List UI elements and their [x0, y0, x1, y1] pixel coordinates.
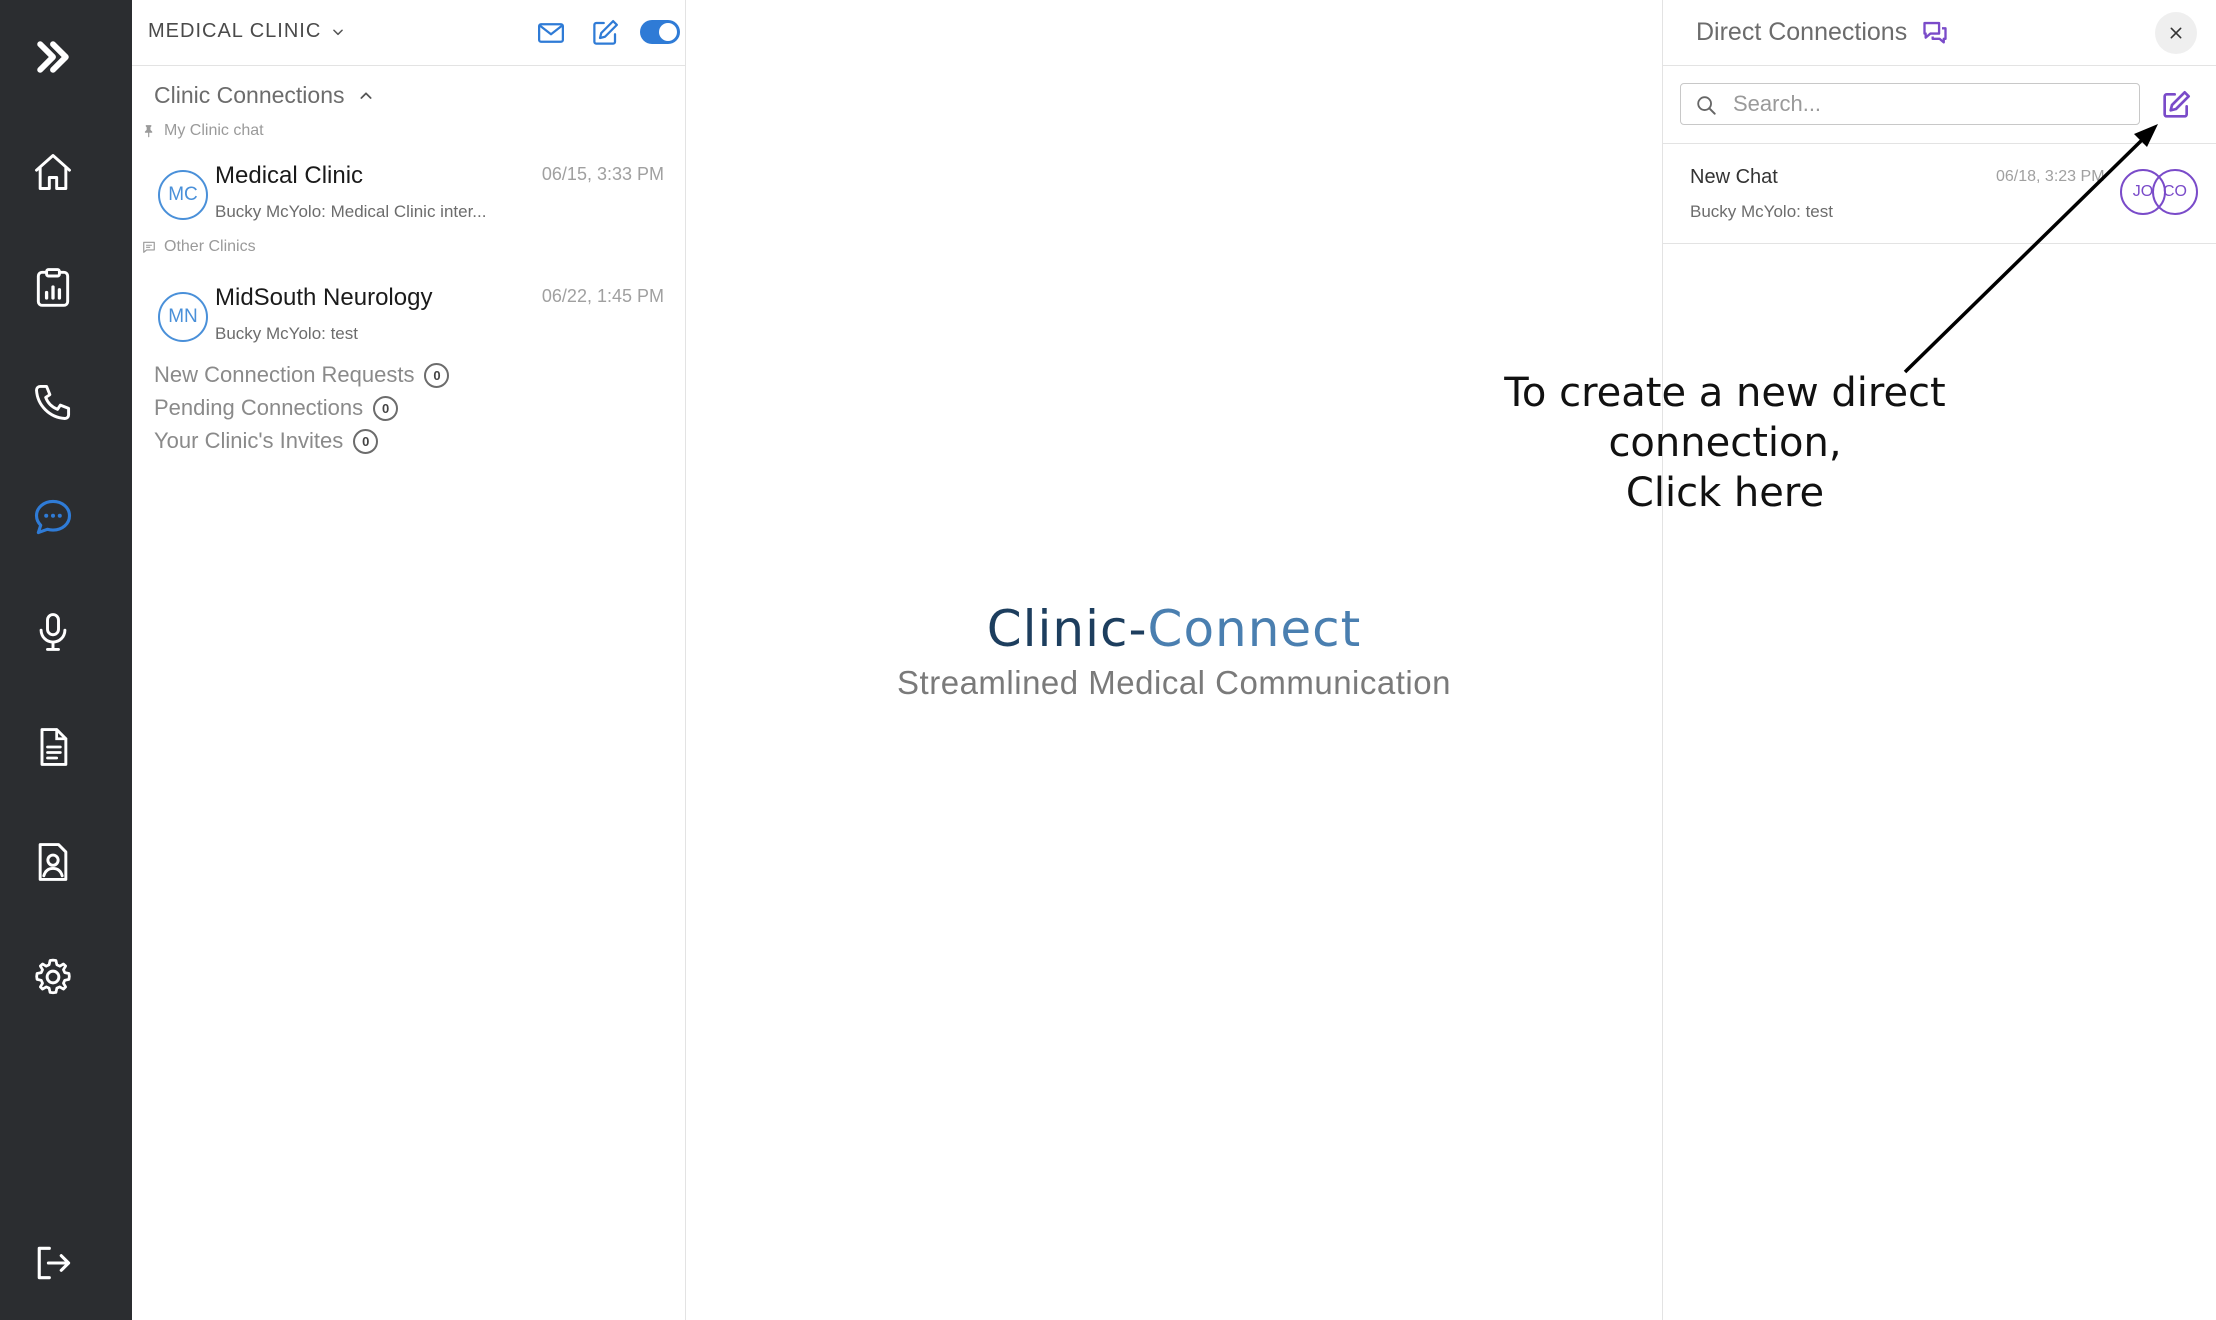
nav-reports[interactable] — [26, 260, 80, 314]
compose-icon — [2163, 91, 2190, 118]
chat-name: New Chat — [1690, 166, 1778, 188]
chat-bubble-icon — [34, 499, 72, 535]
conversation-preview: Bucky McYolo: Medical Clinic inter... — [215, 202, 487, 221]
chevron-down-icon — [333, 28, 344, 35]
list-panel-header: MEDICAL CLINIC — [132, 0, 686, 66]
direct-chat-item[interactable]: New Chat 06/18, 3:23 PM Bucky McYolo: te… — [1663, 144, 2216, 244]
pending-connections-link[interactable]: Pending Connections 0 — [154, 395, 399, 421]
nav-settings[interactable] — [26, 950, 80, 1004]
app-window: MEDICAL CLINIC Clinic Connections My Cli… — [0, 0, 2216, 1320]
brand-logo-text: Clinic-Connect — [986, 600, 1362, 658]
clinic-connections-header[interactable]: Clinic Connections — [154, 82, 374, 109]
nav-dictation[interactable] — [26, 605, 80, 659]
conversation-time: 06/15, 3:33 PM — [541, 164, 664, 184]
logout-icon — [37, 1246, 71, 1280]
avatar: MC — [158, 170, 208, 220]
pin-icon — [144, 125, 153, 138]
conversation-name: MidSouth Neurology — [215, 284, 433, 311]
nav-messages[interactable] — [26, 490, 80, 544]
conversation-list-panel: MEDICAL CLINIC Clinic Connections My Cli… — [132, 0, 686, 1320]
search-box — [1680, 83, 2140, 125]
search-icon — [1697, 96, 1716, 115]
count-badge: 0 — [353, 428, 379, 454]
other-clinics-group-label: Other Clinics — [142, 238, 256, 256]
toggle-knob — [659, 23, 677, 41]
close-button[interactable] — [2155, 12, 2197, 54]
patient-file-icon — [38, 843, 68, 881]
nav-logout[interactable] — [26, 1236, 80, 1290]
new-connection-requests-link[interactable]: New Connection Requests 0 — [154, 362, 450, 388]
status-toggle[interactable] — [640, 20, 680, 44]
clinic-connections-title: Clinic Connections — [154, 82, 345, 108]
conversation-time: 06/22, 1:45 PM — [541, 286, 664, 306]
nav-patients[interactable] — [26, 835, 80, 889]
envelope-icon — [538, 23, 564, 43]
org-name: MEDICAL CLINIC — [148, 20, 322, 42]
chat-time: 06/18, 3:23 PM — [1996, 168, 2105, 185]
new-connection-requests-label: New Connection Requests — [154, 362, 415, 387]
expand-nav-button[interactable] — [26, 30, 80, 84]
clipboard-chart-icon — [36, 268, 70, 307]
annotation-text: To create a new direct connection, Click… — [1390, 368, 2060, 518]
close-icon — [2170, 27, 2182, 39]
chat-preview: Bucky McYolo: test — [1690, 202, 1833, 221]
double-chevron-right-icon — [37, 41, 69, 73]
document-icon — [40, 728, 68, 766]
phone-icon — [35, 384, 71, 420]
participant-avatar: CO — [2152, 169, 2198, 215]
my-clinic-group-label: My Clinic chat — [142, 122, 264, 140]
gear-icon — [35, 958, 71, 995]
pending-connections-label: Pending Connections — [154, 395, 364, 420]
mail-button[interactable] — [534, 16, 568, 50]
chat-bubbles-icon — [1923, 21, 1947, 43]
conversation-preview: Bucky McYolo: test — [215, 324, 358, 343]
count-badge: 0 — [373, 395, 399, 421]
nav-documents[interactable] — [26, 720, 80, 774]
message-square-icon — [143, 241, 155, 253]
compose-button[interactable] — [588, 16, 622, 50]
clinic-invites-link[interactable]: Your Clinic's Invites 0 — [154, 428, 379, 454]
nav-calls[interactable] — [26, 375, 80, 429]
home-icon — [35, 154, 71, 190]
conversation-name: Medical Clinic — [215, 162, 364, 189]
direct-connections-panel: Direct Connections New Chat 06/18, 3:23 … — [1662, 0, 2216, 1320]
direct-connections-header: Direct Connections — [1663, 0, 2216, 66]
brand-tagline: Streamlined Medical Communication — [897, 664, 1451, 701]
chevron-up-icon — [360, 91, 373, 99]
org-selector[interactable]: MEDICAL CLINIC — [148, 20, 345, 43]
avatar: MN — [158, 292, 208, 342]
direct-connections-title: Direct Connections — [1696, 18, 1949, 47]
compose-icon — [593, 20, 618, 45]
brand-placeholder: Clinic-Connect Streamlined Medical Commu… — [686, 600, 1662, 702]
microphone-icon — [39, 613, 67, 651]
count-badge: 0 — [424, 362, 450, 388]
annotation-line-1: To create a new direct connection, — [1504, 370, 1946, 466]
annotation-line-2: Click here — [1625, 470, 1825, 516]
left-nav-rail — [0, 0, 132, 1320]
new-direct-connection-button[interactable] — [2158, 87, 2194, 123]
search-input[interactable] — [1731, 90, 2121, 118]
clinic-invites-label: Your Clinic's Invites — [154, 428, 344, 453]
conversation-item[interactable]: MN MidSouth Neurology 06/22, 1:45 PM Buc… — [132, 274, 686, 376]
nav-home[interactable] — [26, 145, 80, 199]
